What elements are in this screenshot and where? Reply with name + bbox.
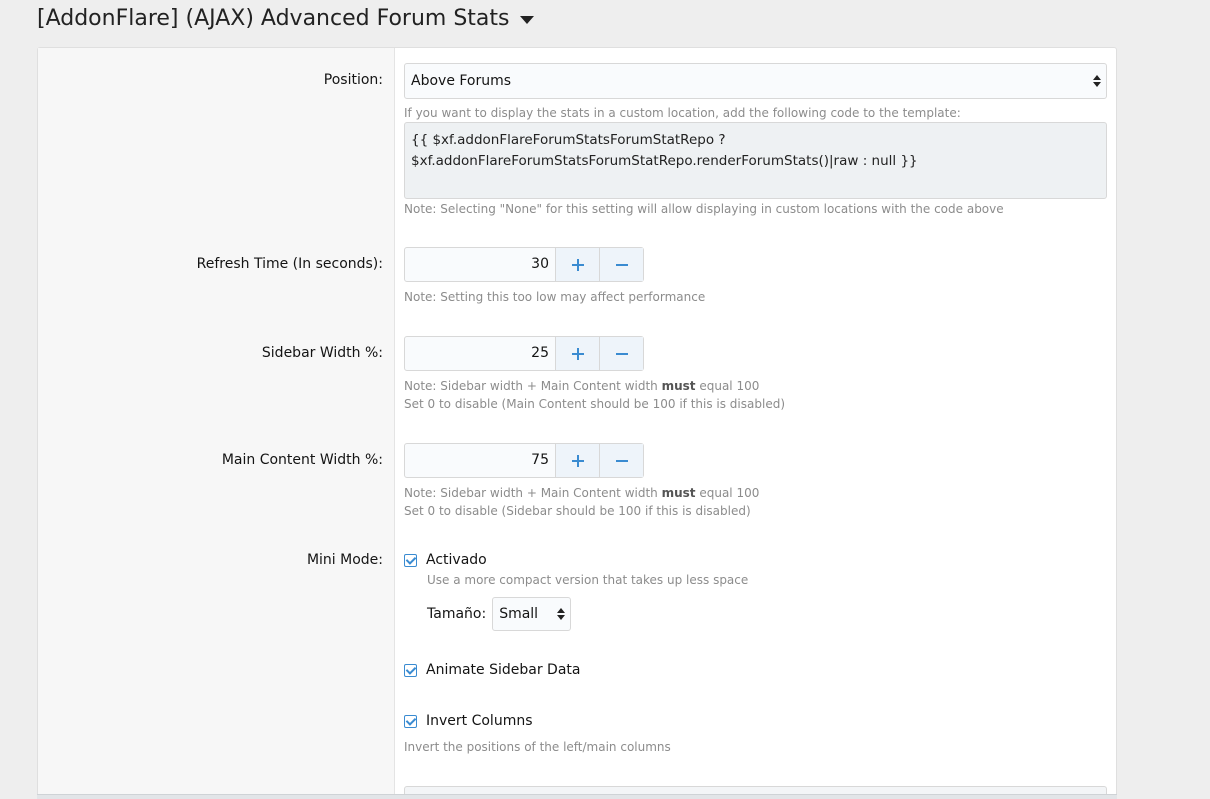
note-suffix: equal 100 (695, 486, 760, 500)
sidebar-width-input[interactable]: 25 (405, 337, 555, 370)
page-title[interactable]: [AddonFlare] (AJAX) Advanced Forum Stats (37, 6, 534, 31)
sidebar-width-note2: Set 0 to disable (Main Content should be… (404, 397, 785, 411)
refresh-plus-icon[interactable] (555, 248, 599, 281)
main-width-label: Main Content Width %: (221, 452, 383, 468)
sidebar-width-minus-icon[interactable] (599, 337, 643, 370)
label-column (38, 48, 395, 799)
note-bold: must (661, 486, 696, 500)
caret-down-icon[interactable] (519, 15, 534, 24)
animate-checkbox-row[interactable]: Animate Sidebar Data (404, 662, 581, 678)
mini-mode-checkbox-label[interactable]: Activado (426, 552, 487, 568)
page-title-text: [AddonFlare] (AJAX) Advanced Forum Stats (37, 6, 510, 31)
invert-checkbox-label[interactable]: Invert Columns (426, 713, 533, 729)
mini-mode-label: Mini Mode: (306, 552, 383, 568)
position-label: Position: (323, 72, 383, 88)
sidebar-width-label: Sidebar Width %: (261, 345, 383, 361)
sidebar-width-note: Note: Sidebar width + Main Content width… (404, 377, 759, 395)
mini-mode-checkbox[interactable] (404, 553, 417, 567)
main-width-stepper: 75 (404, 443, 644, 478)
position-note: Note: Selecting "None" for this setting … (404, 202, 1004, 216)
options-panel: Position: Above Forums If you want to di… (37, 47, 1117, 799)
invert-checkbox[interactable] (404, 714, 417, 728)
size-label: Tamaño: (427, 606, 487, 622)
bottom-submit-bar (37, 794, 1117, 799)
refresh-note: Note: Setting this too low may affect pe… (404, 290, 706, 304)
template-code-box[interactable]: {{ $xf.addonFlareForumStatsForumStatRepo… (404, 122, 1107, 199)
select-arrows-icon (557, 608, 566, 620)
main-width-input[interactable]: 75 (405, 444, 555, 477)
main-width-minus-icon[interactable] (599, 444, 643, 477)
size-select-value: Small (499, 606, 539, 622)
size-row: Tamaño: Small (427, 597, 572, 631)
position-hint: If you want to display the stats in a cu… (404, 106, 961, 120)
mini-mode-hint: Use a more compact version that takes up… (427, 573, 749, 587)
refresh-label: Refresh Time (In seconds): (196, 256, 383, 272)
refresh-minus-icon[interactable] (599, 248, 643, 281)
invert-hint: Invert the positions of the left/main co… (404, 740, 671, 754)
note-prefix: Note: Sidebar width + Main Content width (404, 379, 662, 393)
animate-checkbox[interactable] (404, 663, 417, 677)
sidebar-width-plus-icon[interactable] (555, 337, 599, 370)
main-width-plus-icon[interactable] (555, 444, 599, 477)
code-line-2: $xf.addonFlareForumStatsForumStatRepo.re… (411, 153, 918, 169)
animate-checkbox-label[interactable]: Animate Sidebar Data (426, 662, 581, 678)
main-width-note2: Set 0 to disable (Sidebar should be 100 … (404, 504, 751, 518)
position-select[interactable]: Above Forums (404, 63, 1107, 99)
sidebar-width-stepper: 25 (404, 336, 644, 371)
select-arrows-icon (1093, 75, 1101, 87)
note-bold: must (661, 379, 696, 393)
position-select-value: Above Forums (411, 73, 512, 89)
code-line-1: {{ $xf.addonFlareForumStatsForumStatRepo… (411, 132, 726, 148)
size-select[interactable]: Small (492, 597, 572, 631)
main-width-note: Note: Sidebar width + Main Content width… (404, 484, 759, 502)
refresh-input[interactable]: 30 (405, 248, 555, 281)
note-prefix: Note: Sidebar width + Main Content width (404, 486, 662, 500)
refresh-stepper: 30 (404, 247, 644, 282)
mini-mode-checkbox-row[interactable]: Activado (404, 552, 487, 568)
invert-checkbox-row[interactable]: Invert Columns (404, 713, 533, 729)
note-suffix: equal 100 (695, 379, 760, 393)
